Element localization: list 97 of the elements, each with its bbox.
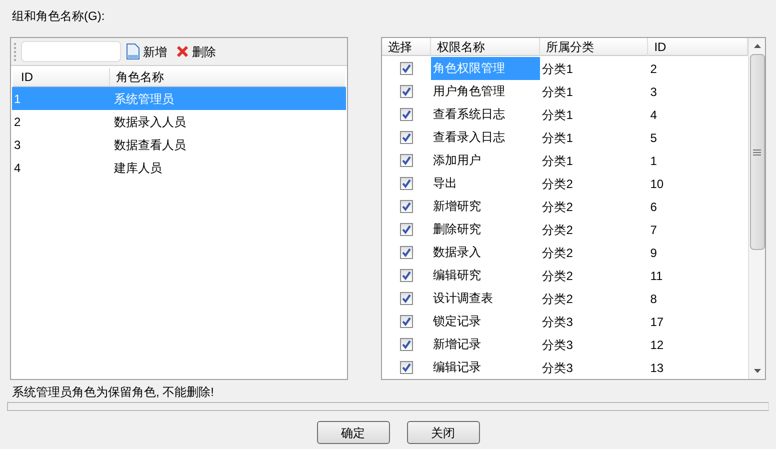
table-cell-text: 分类1 bbox=[541, 152, 574, 170]
table-cell[interactable]: 查看系统日志 bbox=[431, 103, 540, 126]
table-cell-text: 分类3 bbox=[541, 360, 574, 376]
table-cell[interactable]: 删除研究 bbox=[431, 218, 540, 241]
table-cell[interactable]: 新增记录 bbox=[431, 333, 540, 356]
checkmark-icon bbox=[402, 363, 412, 372]
add-button[interactable]: 新增 bbox=[125, 40, 168, 62]
table-cell-text: 建库人员 bbox=[114, 160, 162, 176]
checkmark-icon bbox=[402, 202, 412, 211]
checkmark-icon bbox=[402, 110, 412, 119]
table-cell-text: 分类1 bbox=[541, 106, 574, 124]
checkbox[interactable] bbox=[400, 131, 414, 144]
checkmark-icon bbox=[402, 156, 412, 165]
table-cell-text: 分类1 bbox=[541, 130, 574, 146]
delete-button[interactable]: 删除 bbox=[172, 40, 220, 62]
scrollbar-thumb[interactable] bbox=[750, 54, 764, 250]
checkmark-icon bbox=[402, 87, 412, 96]
role-row[interactable]: 2 数据录入人员 bbox=[12, 110, 346, 133]
table-cell-text: 3 bbox=[649, 84, 657, 100]
checkbox[interactable] bbox=[400, 269, 414, 282]
table-cell-text: 12 bbox=[649, 336, 664, 354]
table-cell[interactable]: 查看录入日志 bbox=[431, 126, 540, 149]
dialog-button[interactable]: 确定 bbox=[316, 421, 390, 444]
table-cell-text: 分类2 bbox=[541, 268, 574, 284]
table-cell-text: 2 bbox=[649, 60, 657, 78]
table-cell-text: 1 bbox=[649, 152, 657, 170]
table-cell-text: 4 bbox=[649, 106, 657, 124]
table-cell-text: 1 bbox=[13, 90, 22, 108]
checkbox[interactable] bbox=[400, 154, 414, 167]
table-cell-text: 分类2 bbox=[541, 198, 574, 216]
checkbox[interactable] bbox=[400, 246, 414, 259]
table-cell-text: 3 bbox=[13, 136, 22, 154]
table-cell[interactable]: 编辑研究 bbox=[431, 264, 540, 287]
table-cell-text: 8 bbox=[649, 290, 657, 308]
table-cell[interactable]: 用户角色管理 bbox=[431, 80, 540, 103]
table-cell-text: 4 bbox=[13, 160, 22, 176]
role-name-input[interactable] bbox=[21, 41, 121, 62]
table-cell-text: 11 bbox=[649, 268, 663, 284]
table-cell[interactable]: 添加用户 bbox=[431, 149, 540, 172]
table-cell-text: 5 bbox=[649, 130, 657, 146]
status-message: 系统管理员角色为保留角色, 不能删除! bbox=[12, 385, 214, 399]
checkbox[interactable] bbox=[400, 223, 414, 236]
grip-icon bbox=[753, 148, 761, 156]
column-header[interactable]: ID bbox=[13, 68, 110, 86]
checkmark-icon bbox=[402, 225, 412, 234]
close-icon bbox=[176, 45, 189, 58]
checkmark-icon bbox=[402, 317, 412, 326]
checkbox[interactable] bbox=[400, 292, 414, 305]
checkbox[interactable] bbox=[400, 338, 414, 351]
role-row[interactable]: 4 建库人员 bbox=[12, 156, 346, 179]
checkmark-icon bbox=[402, 133, 412, 142]
table-cell-text: 13 bbox=[649, 360, 664, 376]
table-cell[interactable]: 编辑记录 bbox=[431, 356, 540, 379]
table-cell-text: 7 bbox=[649, 222, 657, 238]
checkbox[interactable] bbox=[400, 177, 414, 190]
table-cell[interactable]: 设计调查表 bbox=[431, 287, 540, 310]
checkmark-icon bbox=[402, 294, 412, 303]
table-cell[interactable]: 新增研究 bbox=[431, 195, 540, 218]
column-header[interactable]: 角色名称 bbox=[110, 68, 164, 86]
checkmark-icon bbox=[402, 179, 412, 188]
checkmark-icon bbox=[402, 248, 412, 257]
table-cell-text: 6 bbox=[649, 198, 657, 216]
checkmark-icon bbox=[402, 271, 412, 280]
group-label: 组和角色名称(G): bbox=[12, 9, 105, 23]
scrollbar[interactable] bbox=[748, 38, 765, 379]
table-cell-text: 分类2 bbox=[541, 222, 574, 238]
table-cell-text: 分类1 bbox=[541, 84, 574, 100]
table-cell-text: 2 bbox=[13, 114, 22, 130]
checkbox[interactable] bbox=[400, 315, 414, 328]
table-cell[interactable]: 锁定记录 bbox=[431, 310, 540, 333]
table-cell-text: 数据录入人员 bbox=[114, 114, 186, 130]
checkbox[interactable] bbox=[400, 108, 414, 121]
checkmark-icon bbox=[402, 340, 412, 349]
checkbox[interactable] bbox=[400, 361, 414, 374]
table-cell-text: 17 bbox=[649, 314, 664, 330]
checkbox[interactable] bbox=[400, 62, 414, 75]
table-cell-text: 9 bbox=[649, 244, 657, 262]
table-cell[interactable]: 导出 bbox=[431, 172, 540, 195]
document-icon bbox=[126, 43, 140, 60]
column-header[interactable]: 选择 bbox=[382, 38, 432, 56]
table-cell-text: 分类3 bbox=[541, 336, 574, 354]
table-cell-text: 分类1 bbox=[541, 60, 574, 78]
role-row[interactable]: 3 数据查看人员 bbox=[12, 133, 346, 156]
table-cell-text: 分类3 bbox=[541, 314, 574, 330]
checkmark-icon bbox=[402, 64, 412, 73]
table-cell-text: 分类2 bbox=[541, 244, 574, 262]
table-cell-text: 分类2 bbox=[541, 290, 574, 308]
checkbox[interactable] bbox=[400, 85, 414, 98]
table-cell[interactable]: 数据录入 bbox=[431, 241, 540, 264]
table-cell-text: 10 bbox=[649, 176, 664, 192]
column-header[interactable]: 权限名称 bbox=[431, 38, 540, 56]
table-cell-text: 分类2 bbox=[541, 176, 574, 192]
checkbox[interactable] bbox=[400, 200, 414, 213]
column-header[interactable]: 所属分类 bbox=[540, 38, 648, 56]
table-cell-text: 系统管理员 bbox=[114, 90, 174, 108]
table-cell-text: 数据查看人员 bbox=[114, 136, 186, 154]
dialog-button[interactable]: 关闭 bbox=[406, 421, 480, 444]
